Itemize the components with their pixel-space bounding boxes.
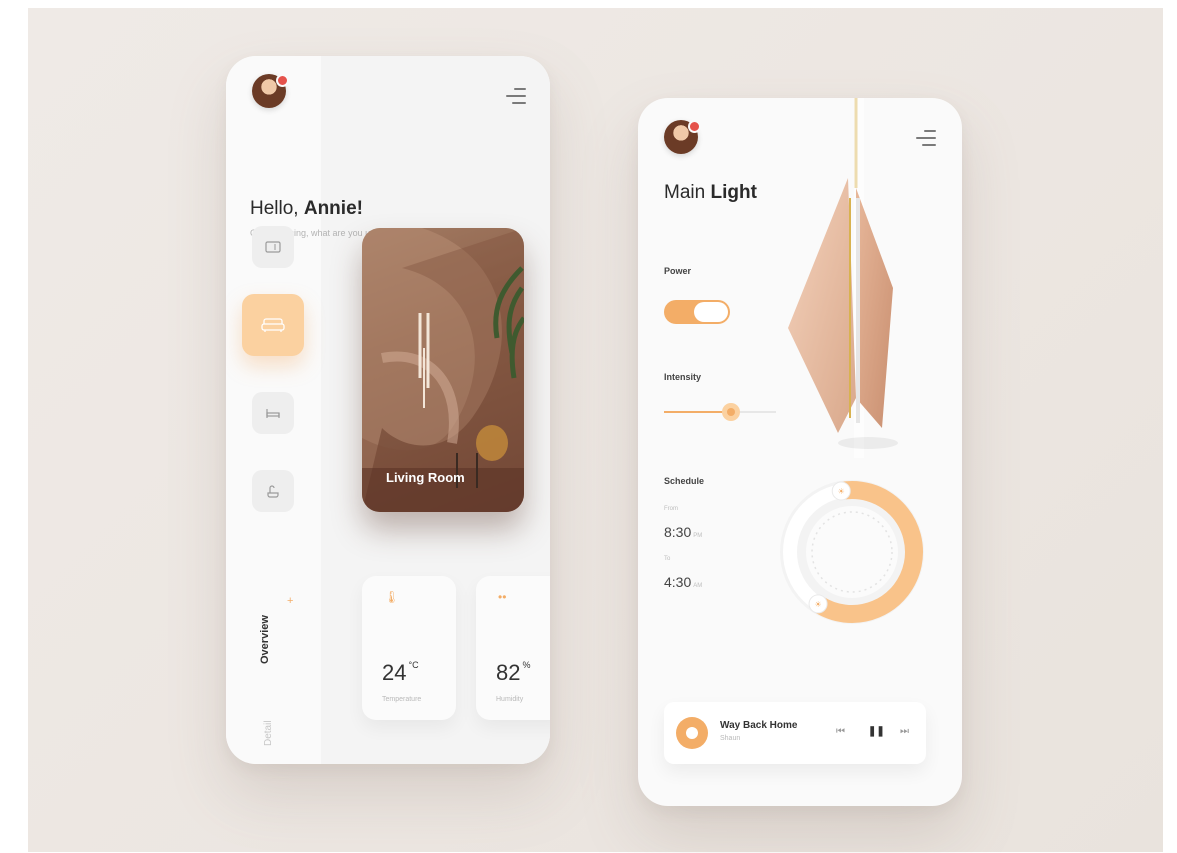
intensity-slider-handle[interactable] bbox=[722, 403, 741, 421]
bed-icon bbox=[266, 409, 280, 418]
device-title-strong: Light bbox=[710, 182, 757, 203]
next-icon[interactable]: ⏭ bbox=[900, 726, 909, 737]
living-room-card[interactable]: Living Room bbox=[362, 228, 524, 512]
home-screen: Hello, Annie! Good evening, what are you… bbox=[226, 56, 550, 764]
schedule-to-label: To bbox=[664, 556, 671, 562]
droplet-icon: •• bbox=[498, 590, 507, 604]
bath-icon bbox=[267, 485, 279, 498]
svg-text:☀: ☀ bbox=[838, 487, 845, 496]
temperature-value: 24 °C bbox=[382, 660, 419, 685]
overview-indicator-icon: + bbox=[287, 595, 294, 607]
avatar[interactable] bbox=[252, 74, 289, 108]
schedule-start-handle[interactable]: ☀ bbox=[831, 481, 851, 501]
intensity-label: Intensity bbox=[664, 372, 702, 382]
greeting: Hello, Annie! bbox=[250, 198, 363, 220]
menu-icon[interactable] bbox=[506, 88, 526, 104]
room-tab-living[interactable] bbox=[242, 294, 304, 356]
tv-icon bbox=[265, 241, 281, 253]
schedule-from-label: From bbox=[664, 506, 678, 512]
power-label: Power bbox=[664, 266, 692, 276]
room-card-label: Living Room bbox=[386, 470, 465, 485]
svg-text:☀: ☀ bbox=[814, 600, 821, 609]
humidity-value: 82% bbox=[496, 660, 531, 685]
thermometer-icon: 🌡 bbox=[384, 590, 400, 604]
album-art[interactable] bbox=[676, 717, 708, 749]
track-title: Way Back Home bbox=[720, 720, 798, 731]
schedule-dial[interactable]: ☀ ☀ bbox=[772, 472, 932, 632]
power-toggle-knob bbox=[694, 302, 728, 322]
previous-icon[interactable]: ⏮ bbox=[836, 726, 845, 737]
device-title-prefix: Main bbox=[664, 182, 706, 203]
nav-detail[interactable]: Detail bbox=[263, 720, 274, 746]
humidity-label: Humidity bbox=[496, 696, 524, 703]
schedule-to-time[interactable]: 4:30 AM bbox=[664, 574, 702, 590]
music-player: Way Back Home Shaun ⏮ ❚❚ ⏭ bbox=[664, 702, 926, 764]
temperature-label: Temperature bbox=[382, 696, 422, 703]
backdrop bbox=[28, 8, 1163, 852]
device-title: Main Light bbox=[664, 182, 757, 204]
greeting-name: Annie! bbox=[303, 198, 363, 219]
temperature-card[interactable]: 🌡 24 °C Temperature bbox=[362, 576, 456, 720]
room-tab-bathroom[interactable] bbox=[252, 470, 294, 512]
room-tab-bedroom[interactable] bbox=[252, 392, 294, 434]
greeting-prefix: Hello, bbox=[250, 198, 299, 219]
schedule-from-time[interactable]: 8:30 PM bbox=[664, 524, 702, 540]
schedule-end-handle[interactable]: ☀ bbox=[808, 594, 828, 614]
intensity-slider-fill bbox=[664, 411, 732, 413]
humidity-card[interactable]: •• 82% Humidity bbox=[476, 576, 550, 720]
nav-overview[interactable]: Overview bbox=[259, 615, 271, 664]
power-toggle[interactable] bbox=[664, 300, 730, 324]
sofa-icon bbox=[261, 318, 285, 332]
light-screen: Main Light Power Intensity Schedule From… bbox=[638, 98, 962, 806]
room-tab-tv[interactable] bbox=[252, 226, 294, 268]
track-artist: Shaun bbox=[720, 735, 741, 742]
pause-icon[interactable]: ❚❚ bbox=[868, 726, 885, 737]
schedule-label: Schedule bbox=[664, 476, 705, 486]
pendant-lamp-illustration bbox=[788, 98, 898, 458]
avatar[interactable] bbox=[664, 120, 701, 154]
